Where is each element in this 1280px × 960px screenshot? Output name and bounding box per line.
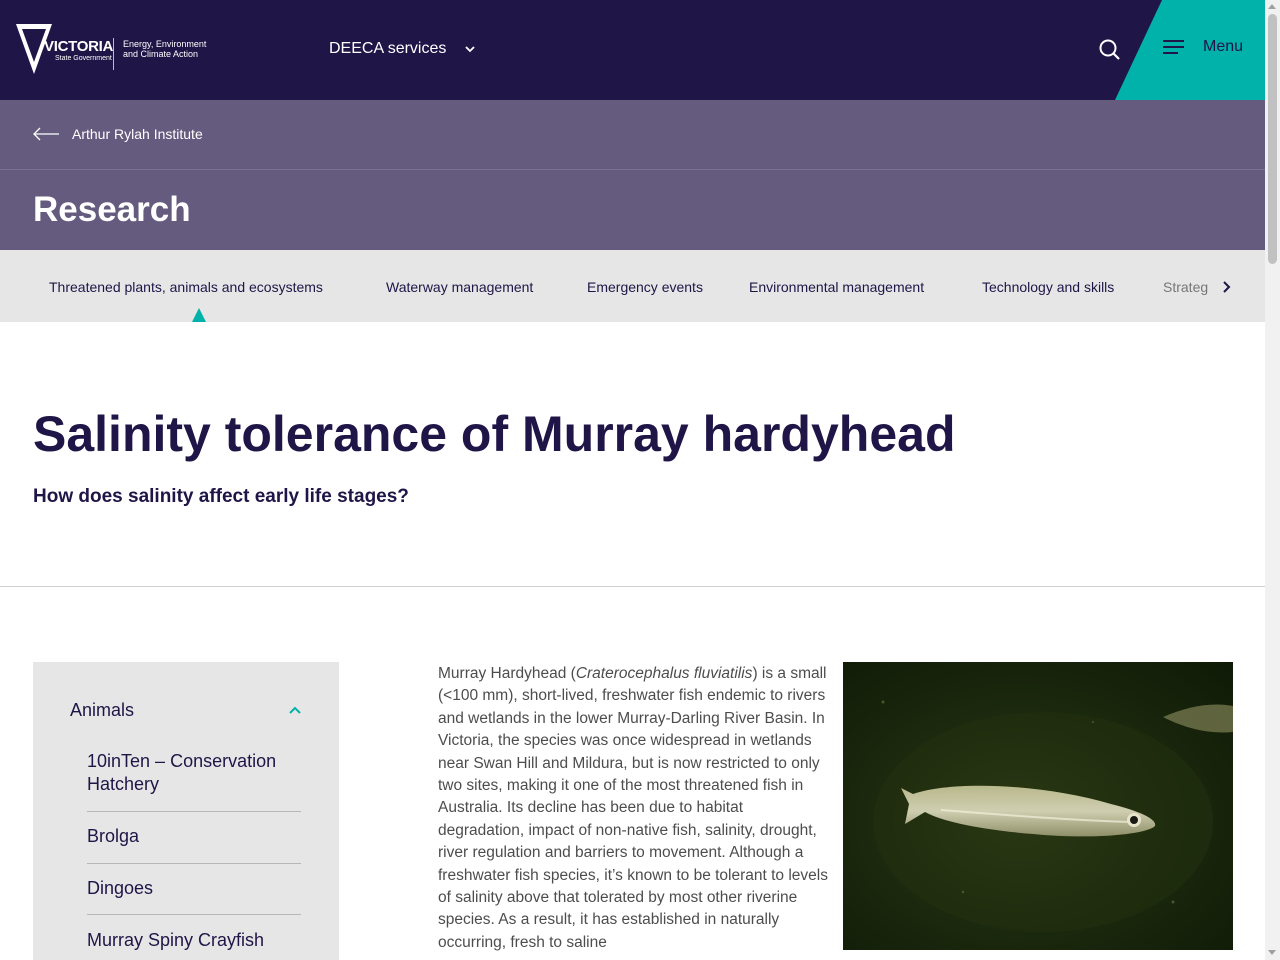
intro-text-rest: ) is a small (<100 mm), short-lived, fre… <box>438 665 828 951</box>
menu-label: Menu <box>1203 38 1244 55</box>
active-tab-indicator <box>192 308 206 322</box>
tab-emergency-events[interactable]: Emergency events <box>587 279 703 295</box>
nav-item-murray-spiny-crayfish[interactable]: Murray Spiny Crayfish <box>87 929 301 952</box>
breadcrumb-link[interactable]: Arthur Rylah Institute <box>72 126 203 142</box>
search-icon <box>1099 39 1120 60</box>
logo-subtext: State Government <box>55 55 112 62</box>
services-label: DEECA services <box>329 40 447 57</box>
nav-item-brolga[interactable]: Brolga <box>87 825 301 848</box>
breadcrumb-bar: Arthur Rylah Institute <box>0 100 1265 170</box>
menu-button[interactable]: Menu <box>1163 38 1243 56</box>
tab-waterway-management[interactable]: Waterway management <box>386 279 533 295</box>
fish-illustration <box>873 700 1233 932</box>
hamburger-icon <box>1163 40 1184 54</box>
chevron-up-icon <box>289 706 301 714</box>
deeca-services-dropdown[interactable]: DEECA services <box>329 40 476 58</box>
arrow-left-icon <box>33 127 59 141</box>
scroll-up-arrow[interactable] <box>1268 4 1276 9</box>
nav-separator <box>87 914 301 915</box>
tab-threatened-species[interactable]: Threatened plants, animals and ecosystem… <box>49 279 323 295</box>
page-subtitle: How does salinity affect early life stag… <box>33 486 409 507</box>
tab-technology-skills[interactable]: Technology and skills <box>982 279 1114 295</box>
nav-separator <box>87 811 301 812</box>
tab-strategic[interactable]: Strateg <box>1163 279 1208 295</box>
nav-item-conservation-hatchery[interactable]: 10inTen – Conservation Hatchery <box>87 750 301 796</box>
intro-paragraph: Murray Hardyhead (Craterocephalus fluvia… <box>438 663 828 954</box>
chevron-right-icon <box>1223 281 1231 293</box>
section-header: Research <box>0 170 1265 250</box>
chevron-down-icon <box>465 46 476 53</box>
section-title: Research <box>33 190 191 229</box>
murray-hardyhead-photo <box>843 662 1233 950</box>
section-divider <box>0 586 1265 587</box>
side-navigation: Animals 10inTen – Conservation Hatchery … <box>33 662 339 960</box>
search-button[interactable] <box>1097 37 1123 63</box>
intro-text-start: Murray Hardyhead ( <box>438 665 576 682</box>
nav-group-label: Animals <box>70 700 135 720</box>
tab-environmental-management[interactable]: Environmental management <box>749 279 924 295</box>
nav-group-animals[interactable]: Animals <box>70 700 302 721</box>
site-header: VICTORIA State Government Energy, Enviro… <box>0 0 1265 100</box>
species-name: Craterocephalus fluviatilis <box>575 665 753 682</box>
page-scrollbar[interactable] <box>1265 0 1280 960</box>
page-title: Salinity tolerance of Murray hardyhead <box>33 406 956 462</box>
scrollbar-thumb[interactable] <box>1268 14 1277 264</box>
tabs-scroll-right-button[interactable] <box>1212 274 1240 300</box>
scroll-down-arrow[interactable] <box>1268 950 1276 955</box>
breadcrumb[interactable]: Arthur Rylah Institute <box>32 126 203 142</box>
nav-item-dingoes[interactable]: Dingoes <box>87 877 301 900</box>
logo-divider <box>113 38 114 70</box>
logo-text: VICTORIA <box>44 38 113 55</box>
department-name: Energy, Environment and Climate Action <box>123 39 207 59</box>
research-tabs: Threatened plants, animals and ecosystem… <box>0 250 1265 322</box>
victoria-logo[interactable]: VICTORIA State Government Energy, Enviro… <box>16 24 216 76</box>
nav-separator <box>87 863 301 864</box>
